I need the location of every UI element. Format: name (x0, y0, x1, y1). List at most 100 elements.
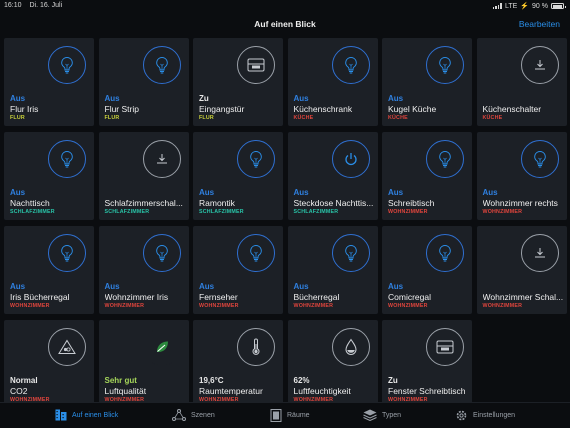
tile-room: WOHNZIMMER (482, 303, 523, 309)
accessory-tile[interactable]: Zu Eingangstür FLUR (193, 38, 283, 126)
lightbulb-icon (437, 244, 453, 262)
thermometer-icon (250, 338, 262, 356)
accessory-tile[interactable]: Aus Flur Iris FLUR (4, 38, 94, 126)
tile-status: Aus (388, 282, 404, 291)
accessory-tile[interactable]: Wohnzimmer Schal... WOHNZIMMER (476, 226, 567, 314)
window-sensor-icon (246, 57, 266, 73)
accessory-tile[interactable]: Aus Schreibtisch WOHNZIMMER (382, 132, 472, 220)
lightbulb-icon (343, 56, 359, 74)
accessory-tile[interactable]: 19,6°C Raumtemperatur WOHNZIMMER (193, 320, 283, 408)
accessory-tile[interactable]: Aus Fernseher WOHNZIMMER (193, 226, 283, 314)
lightbulb-ring[interactable] (142, 234, 181, 272)
switch-ring[interactable] (520, 234, 559, 272)
tile-name: CO2 (10, 386, 28, 396)
lightbulb-ring[interactable] (48, 234, 86, 272)
tile-status: Aus (293, 188, 309, 197)
accessory-tile[interactable]: Aus Iris Bücherregal WOHNZIMMER (4, 226, 94, 314)
tile-room: WOHNZIMMER (293, 303, 334, 309)
tile-name: Wohnzimmer Iris (104, 292, 169, 302)
leaf-ring[interactable] (142, 328, 181, 366)
tile-status: Aus (10, 282, 26, 291)
accessory-tile[interactable]: Schlafzimmerschal... SCHLAFZIMMER (98, 132, 189, 220)
window-sensor-ring[interactable] (237, 46, 275, 84)
nav-bar: Auf einen Blick Bearbeiten (0, 12, 570, 36)
tile-status: Aus (293, 282, 309, 291)
battery-percent: 90 % (532, 2, 548, 10)
tile-status: Aus (10, 94, 26, 103)
tile-room: SCHLAFZIMMER (293, 209, 339, 215)
switch-ring[interactable] (520, 46, 559, 84)
switch-ring[interactable] (142, 140, 181, 178)
dashboard-icon (55, 409, 67, 421)
tab-dashboard[interactable]: Auf einen Blick (55, 409, 118, 421)
accessory-tile[interactable]: Zu Fenster Schreibtisch WOHNZIMMER (382, 320, 472, 408)
tile-name: Fernseher (199, 292, 238, 302)
accessory-tile[interactable]: Aus Comicregal WOHNZIMMER (382, 226, 472, 314)
tile-room: KÜCHE (388, 115, 408, 121)
tile-room: FLUR (104, 115, 120, 121)
tab-label: Szenen (191, 411, 215, 419)
edit-button[interactable]: Bearbeiten (519, 19, 560, 29)
tile-room: KÜCHE (482, 115, 503, 121)
tab-label: Typen (382, 411, 402, 419)
lightbulb-ring[interactable] (331, 234, 370, 272)
accessory-tile[interactable]: Sehr gut Luftqualität WOHNZIMMER (98, 320, 189, 408)
tab-gear[interactable]: Einstellungen (455, 409, 515, 422)
lightbulb-ring[interactable] (426, 140, 464, 178)
accessory-tile[interactable]: Aus Ramontik SCHLAFZIMMER (193, 132, 283, 220)
tile-room: WOHNZIMMER (10, 303, 50, 309)
humidity-ring[interactable] (331, 328, 370, 366)
tab-label: Räume (287, 412, 310, 419)
lightbulb-icon (437, 150, 453, 168)
co2-sensor-ring[interactable] (48, 328, 86, 366)
lightbulb-ring[interactable] (331, 46, 370, 84)
power-ring[interactable] (331, 140, 370, 178)
window-sensor-ring[interactable] (426, 328, 464, 366)
lightbulb-icon (248, 150, 264, 168)
accessory-tile[interactable]: Normal CO2 WOHNZIMMER (4, 320, 94, 408)
page-title: Auf einen Blick (254, 19, 316, 29)
tile-status: Aus (388, 94, 404, 103)
accessory-tile[interactable]: Aus Wohnzimmer rechts WOHNZIMMER (476, 132, 567, 220)
lightbulb-ring[interactable] (142, 46, 181, 84)
accessory-tile[interactable]: Aus Küchenschrank KÜCHE (287, 38, 378, 126)
network-type: LTE (504, 2, 518, 10)
tile-status: Aus (293, 94, 309, 103)
tile-room: FLUR (10, 115, 25, 121)
lightbulb-ring[interactable] (237, 234, 275, 272)
lightbulb-icon (59, 56, 75, 74)
signal-icon (492, 3, 502, 9)
accessory-tile[interactable]: Aus Bücherregal WOHNZIMMER (287, 226, 378, 314)
types-icon (363, 409, 377, 421)
tab-rooms[interactable]: Räume (270, 409, 310, 422)
lightbulb-ring[interactable] (48, 140, 86, 178)
tile-name: Küchenschalter (482, 104, 542, 114)
tile-name: Raumtemperatur (199, 386, 263, 396)
accessory-tile[interactable]: Küchenschalter KÜCHE (476, 38, 567, 126)
lightbulb-icon (154, 56, 170, 74)
status-time: 16:10 (4, 2, 22, 9)
tile-name: Eingangstür (199, 104, 245, 114)
tile-name: Steckdose Nachttis... (293, 198, 374, 208)
tab-scenes[interactable]: Szenen (172, 409, 215, 421)
accessory-tile[interactable]: Aus Kugel Küche KÜCHE (382, 38, 472, 126)
tile-name: Comicregal (388, 292, 431, 302)
lightbulb-ring[interactable] (426, 46, 464, 84)
thermometer-ring[interactable] (237, 328, 275, 366)
lightbulb-ring[interactable] (48, 46, 86, 84)
accessory-tile[interactable]: Aus Nachttisch SCHLAFZIMMER (4, 132, 94, 220)
accessory-tile[interactable]: Aus Steckdose Nachttis... SCHLAFZIMMER (287, 132, 378, 220)
switch-icon (532, 58, 548, 72)
tile-status: Zu (388, 376, 398, 385)
accessory-tile[interactable]: Aus Wohnzimmer Iris WOHNZIMMER (98, 226, 189, 314)
tab-types[interactable]: Typen (363, 409, 401, 421)
accessory-tile[interactable]: 62% Luftfeuchtigkeit WOHNZIMMER (287, 320, 378, 408)
humidity-icon (344, 338, 358, 356)
tile-room: SCHLAFZIMMER (10, 209, 55, 215)
accessory-tile[interactable]: Aus Flur Strip FLUR (98, 38, 189, 126)
tile-room: WOHNZIMMER (388, 209, 428, 215)
lightbulb-ring[interactable] (426, 234, 464, 272)
lightbulb-ring[interactable] (520, 140, 559, 178)
lightbulb-ring[interactable] (237, 140, 275, 178)
window-sensor-icon (435, 339, 455, 355)
